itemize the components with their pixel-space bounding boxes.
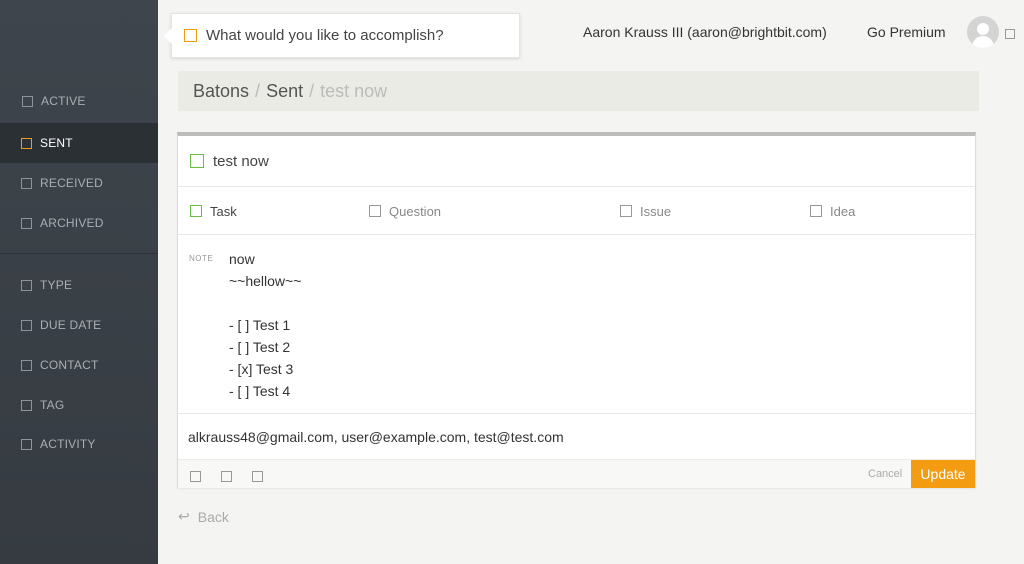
- sidebar-item-received[interactable]: RECEIVED: [0, 163, 158, 203]
- avatar-shoulders: [972, 36, 994, 48]
- note-line: - [ ] Test 2: [229, 339, 291, 355]
- sidebar-filter-type[interactable]: TYPE: [0, 265, 158, 305]
- checkbox-icon: [21, 438, 32, 450]
- checkbox-icon: [21, 319, 32, 331]
- goal-placeholder: What would you like to accomplish?: [206, 27, 444, 44]
- note-line: - [ ] Test 1: [229, 317, 291, 333]
- breadcrumb: Batons / Sent / test now: [178, 71, 979, 111]
- breadcrumb-separator: /: [255, 80, 261, 101]
- checkbox-icon: [21, 359, 32, 371]
- sidebar-item-active[interactable]: ACTIVE: [0, 81, 158, 121]
- sidebar-filter-label: ACTIVITY: [40, 437, 96, 451]
- note-line: now: [229, 251, 255, 267]
- avatar[interactable]: [967, 16, 999, 48]
- sidebar-filter-label: DUE DATE: [40, 318, 102, 332]
- sidebar-divider: [0, 253, 158, 254]
- note-line: - [x] Test 3: [229, 361, 294, 377]
- checkbox-icon: [369, 205, 381, 217]
- title-row[interactable]: test now: [178, 136, 975, 187]
- back-arrow-icon: ↩: [178, 508, 190, 524]
- type-option-task[interactable]: Task: [190, 187, 237, 235]
- back-link[interactable]: ↩ Back: [178, 508, 229, 525]
- checkbox-icon: [184, 29, 197, 42]
- sidebar-filter-contact[interactable]: CONTACT: [0, 345, 158, 385]
- sidebar-filter-activity[interactable]: ACTIVITY: [0, 424, 158, 464]
- checkbox-icon: [21, 217, 32, 229]
- sidebar-item-label: RECEIVED: [40, 176, 103, 190]
- status-checkbox-icon[interactable]: [190, 154, 204, 168]
- sidebar-filter-tag[interactable]: TAG: [0, 385, 158, 425]
- note-line: [229, 292, 301, 314]
- type-option-label: Idea: [830, 203, 856, 219]
- checkbox-icon: [810, 205, 822, 217]
- checkbox-icon: [620, 205, 632, 217]
- footer-checkbox-icon[interactable]: [252, 471, 263, 482]
- avatar-head: [977, 23, 989, 35]
- breadcrumb-current: test now: [320, 80, 388, 101]
- sidebar-item-label: SENT: [40, 136, 73, 150]
- type-option-issue[interactable]: Issue: [620, 187, 671, 235]
- sidebar-item-sent[interactable]: SENT: [0, 123, 158, 163]
- back-label: Back: [197, 508, 229, 525]
- footer-checkbox-icon[interactable]: [221, 471, 232, 482]
- sidebar: ACTIVE SENT RECEIVED ARCHIVED TYPE DUE D…: [0, 0, 158, 564]
- note-label: NOTE: [189, 254, 214, 263]
- type-option-question[interactable]: Question: [369, 187, 441, 235]
- breadcrumb-sent[interactable]: Sent: [266, 81, 303, 102]
- checkbox-icon: [21, 399, 32, 411]
- baton-title[interactable]: test now: [213, 153, 269, 170]
- card-footer: Cancel Update: [178, 460, 975, 488]
- sidebar-item-label: ARCHIVED: [40, 216, 104, 230]
- update-button[interactable]: Update: [911, 460, 975, 488]
- checkbox-icon: [21, 177, 32, 189]
- type-option-label: Task: [210, 203, 237, 219]
- sidebar-item-label: ACTIVE: [41, 94, 86, 108]
- recipients-field[interactable]: alkrauss48@gmail.com, user@example.com, …: [178, 414, 975, 460]
- sidebar-filter-label: TAG: [40, 398, 65, 412]
- sidebar-filter-label: CONTACT: [40, 358, 99, 372]
- checkbox-icon: [21, 137, 32, 149]
- note-field[interactable]: NOTE now ~~hellow~~ - [ ] Test 1 - [ ] T…: [178, 236, 975, 414]
- sidebar-item-archived[interactable]: ARCHIVED: [0, 203, 158, 243]
- cancel-button[interactable]: Cancel: [868, 468, 902, 480]
- type-option-idea[interactable]: Idea: [810, 187, 855, 235]
- dropdown-icon[interactable]: [1005, 29, 1015, 39]
- type-option-label: Issue: [640, 203, 672, 219]
- type-option-label: Question: [389, 203, 442, 219]
- checkbox-icon: [22, 95, 33, 107]
- note-text[interactable]: now ~~hellow~~ - [ ] Test 1 - [ ] Test 2…: [229, 248, 301, 402]
- type-selector: Task Question Issue Idea: [178, 187, 975, 235]
- checkbox-icon: [190, 205, 202, 217]
- user-name: Aaron Krauss III (aaron@brightbit.com): [583, 24, 827, 40]
- footer-checkbox-icon[interactable]: [190, 471, 201, 482]
- baton-card: test now Task Question Issue Idea NOTE n…: [177, 132, 976, 488]
- sidebar-filter-due-date[interactable]: DUE DATE: [0, 305, 158, 345]
- breadcrumb-separator: /: [309, 80, 315, 101]
- sidebar-filter-label: TYPE: [40, 278, 73, 292]
- checkbox-icon: [21, 279, 32, 291]
- goal-input[interactable]: What would you like to accomplish?: [164, 13, 520, 58]
- note-line: - [ ] Test 4: [229, 383, 291, 399]
- go-premium-link[interactable]: Go Premium: [867, 24, 946, 40]
- note-line: ~~hellow~~: [229, 273, 302, 289]
- breadcrumb-batons[interactable]: Batons: [193, 81, 249, 102]
